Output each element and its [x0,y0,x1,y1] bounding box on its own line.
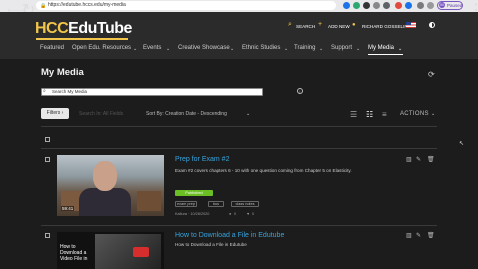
logo-underline [36,38,128,40]
reading-list-icon[interactable] [427,2,434,9]
views-count: 0 [234,212,237,216]
thumbnail-seat [137,191,161,211]
thumbnail-caption: How to Download a Video File in [60,244,88,262]
divider [41,148,437,149]
item-description: Exam #2 covers chapters 6 - 10 with one … [175,168,352,173]
item-description: How to Download a File in Edutube [175,242,247,247]
edit-icon[interactable]: ✎ [416,232,421,239]
menu-featured[interactable]: Featured [40,45,64,51]
add-new-icon[interactable]: + [318,21,322,28]
search-icon[interactable]: ⌕ [288,21,292,29]
sort-by-dropdown[interactable]: Sort By: Creation Date - Descending [146,111,227,117]
logo-edutube: EduTube [68,20,132,37]
actions-dropdown[interactable]: ACTIONS [400,111,429,117]
chevron-down-icon: ⌄ [319,46,324,52]
thumbnail-speaker-face [93,161,117,191]
menu-my-media[interactable]: My Media [368,45,394,51]
chevron-down-icon: ⌄ [356,46,361,52]
video-duration: 59:41 [61,206,75,211]
user-name[interactable]: RICHARD GOSSELIN [362,24,408,29]
divider [41,225,437,226]
item-title-link[interactable]: Prep for Exam #2 [175,156,229,163]
stats-icon[interactable]: ▥ [406,232,412,239]
profile-avatar[interactable]: M [439,2,445,8]
select-all-checkbox[interactable] [45,137,50,142]
tag-chip[interactable]: bus [208,201,224,207]
mouse-cursor-icon: ↖ [459,141,465,147]
chevron-down-icon: ⌄ [230,46,235,52]
menu-training[interactable]: Training [294,45,315,51]
search-input[interactable]: Search My Media [41,88,263,96]
tag-chip[interactable]: exam prep [175,201,197,207]
menu-open-edu-resources[interactable]: Open Edu. Resources [72,45,131,51]
status-badge: Published [175,190,213,196]
page-title: My Media [41,67,84,78]
item-checkbox[interactable] [45,157,50,162]
menu-ethnic-studies[interactable]: Ethnic Studies [242,45,280,51]
chevron-down-icon: ⌄ [284,46,289,52]
puzzle-icon[interactable] [417,2,424,9]
flag-canton [406,22,411,25]
add-new-link[interactable]: ADD NEW [328,24,350,29]
address-bar[interactable]: https://edutube.hccs.edu/my-media [36,1,336,10]
thumbnail-speaker-body [79,188,131,216]
stats-icon[interactable]: ▥ [406,156,412,163]
delete-icon[interactable]: 🗑 [427,156,435,163]
tag-chip[interactable]: class notes [231,201,259,207]
extension-icon[interactable] [395,2,402,9]
item-checkbox[interactable] [45,233,50,238]
chevron-down-icon: ⌄ [166,46,171,52]
extension-icon[interactable] [363,2,370,9]
lock-icon: 🔒 [40,3,47,9]
chevron-down-icon: ⌄ [431,111,436,117]
extension-icon[interactable] [353,2,360,9]
item-meta: Kaltura · 10/28/2020 [175,212,210,216]
logo-hcc: HCC [35,20,69,37]
active-menu-indicator [368,54,403,55]
user-icon[interactable]: ● [352,22,356,28]
extension-icon[interactable] [405,2,412,9]
menu-events[interactable]: Events [143,45,161,51]
search-icon: ⌕ [43,88,46,94]
detailed-view-icon[interactable]: ☷ [366,110,373,119]
delete-icon[interactable]: 🗑 [427,232,435,239]
likes-icon: ♥ [247,212,250,216]
chevron-down-icon: ⌄ [246,111,251,117]
search-in-dropdown[interactable]: Search In: All Fields [79,111,123,117]
menu-support[interactable]: Support [331,45,352,51]
thumbnail-play-button [133,247,149,257]
extension-icon[interactable] [383,2,390,9]
theme-toggle-icon[interactable] [429,22,435,28]
extension-icon[interactable] [343,2,350,9]
compact-view-icon[interactable]: ≡ [382,110,387,119]
chevron-down-icon: ⌄ [398,46,403,52]
video-thumbnail[interactable]: How to Download a Video File in [57,232,164,269]
filters-label: Filters [46,110,61,116]
edit-icon[interactable]: ✎ [416,156,421,163]
extension-icon[interactable] [373,2,380,9]
info-icon[interactable]: i [297,88,303,94]
site-logo[interactable]: HCCEduTube [35,20,132,38]
filters-button[interactable]: Filters › [41,108,69,119]
divider [41,126,437,127]
likes-count: 0 [252,212,255,216]
menu-creative-showcase[interactable]: Creative Showcase [178,45,230,51]
views-icon: ● [229,212,232,216]
refresh-icon[interactable]: ⟳ [428,70,435,79]
thumbnail-screen [95,234,161,269]
item-title-link[interactable]: How to Download a File in Edutube [175,232,284,239]
search-link[interactable]: SEARCH [296,24,315,29]
list-view-icon[interactable]: ☰ [350,110,357,119]
chevron-down-icon: ⌄ [133,46,138,52]
